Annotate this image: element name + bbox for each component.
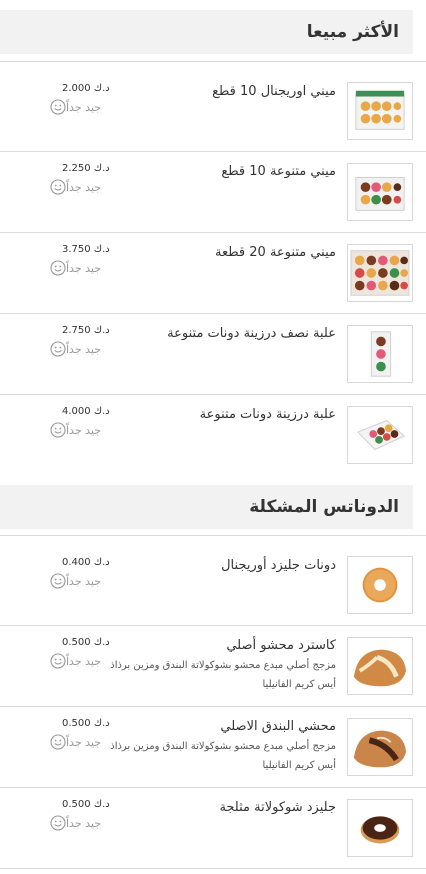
section-title: الأكثر مبيعا bbox=[306, 22, 399, 42]
item-name: علبة نصف درزينة دونات متنوعة bbox=[167, 326, 336, 341]
item-name: ميني متنوعة 20 قطعة bbox=[215, 245, 336, 260]
smiley-icon bbox=[50, 422, 66, 438]
menu-item[interactable]: علبة نصف درزينة دونات متنوعة 2.750 د.ك ج… bbox=[0, 314, 426, 395]
smiley-icon bbox=[50, 179, 66, 195]
smiley-icon bbox=[50, 99, 66, 115]
dozen-box-icon bbox=[347, 406, 413, 464]
rating-label: جيد جداً bbox=[66, 342, 102, 356]
item-rating: جيد جداً bbox=[46, 815, 101, 831]
rating-label: جيد جداً bbox=[66, 735, 102, 749]
item-description: مزجج أصلي مبدع محشو بشوكولاتة البندق ومز… bbox=[110, 741, 336, 771]
hazelnut-filled-donut-icon bbox=[347, 718, 413, 776]
item-rating: جيد جداً bbox=[46, 422, 101, 438]
item-price: 4.000 د.ك bbox=[62, 406, 110, 417]
chocolate-iced-donut-icon bbox=[347, 799, 413, 857]
item-rating: جيد جداً bbox=[46, 734, 101, 750]
item-rating: جيد جداً bbox=[46, 653, 101, 669]
menu-item[interactable]: كاسترد محشو أصلي مزجج أصلي مبدع محشو بشو… bbox=[0, 626, 426, 707]
glazed-donut-icon bbox=[347, 556, 413, 614]
rating-label: جيد جداً bbox=[66, 100, 102, 114]
smiley-icon bbox=[50, 573, 66, 589]
section-title: الدوناتس المشكلة bbox=[249, 497, 399, 517]
item-rating: جيد جداً bbox=[46, 260, 101, 276]
menu-item[interactable]: ميني اوريجنال 10 قطع 2.000 د.ك جيد جداً bbox=[0, 61, 426, 152]
item-name: دونات جليزد أوريجنال bbox=[221, 558, 336, 573]
item-name: ميني اوريجنال 10 قطع bbox=[212, 84, 336, 99]
smiley-icon bbox=[50, 260, 66, 276]
item-name: كاسترد محشو أصلي bbox=[226, 638, 336, 653]
item-price: 2.750 د.ك bbox=[62, 325, 110, 336]
box-of-assorted-donuts-icon bbox=[347, 163, 413, 221]
section-header-best-sellers: الأكثر مبيعا bbox=[0, 10, 413, 54]
menu-item[interactable]: علبة درزينة دونات متنوعة 4.000 د.ك جيد ج… bbox=[0, 395, 426, 476]
menu-item[interactable]: ميني متنوعة 20 قطعة 3.750 د.ك جيد جداً bbox=[0, 233, 426, 314]
item-price: 2.250 د.ك bbox=[62, 163, 110, 174]
item-rating: جيد جداً bbox=[46, 99, 101, 115]
box-of-original-donuts-icon bbox=[347, 82, 413, 140]
rating-label: جيد جداً bbox=[66, 654, 102, 668]
item-rating: جيد جداً bbox=[46, 179, 101, 195]
menu-item[interactable]: ميني متنوعة 10 قطع 2.250 د.ك جيد جداً bbox=[0, 152, 426, 233]
menu-page: الأكثر مبيعا ميني اوريجنال 10 قطع 2.000 … bbox=[0, 0, 426, 874]
rating-label: جيد جداً bbox=[66, 574, 102, 588]
item-name: ميني متنوعة 10 قطع bbox=[221, 164, 336, 179]
menu-item[interactable]: جليزد شوكولاتة مثلجة 0.500 د.ك جيد جداً bbox=[0, 788, 426, 869]
rating-label: جيد جداً bbox=[66, 816, 102, 830]
smiley-icon bbox=[50, 341, 66, 357]
smiley-icon bbox=[50, 734, 66, 750]
rating-label: جيد جداً bbox=[66, 261, 102, 275]
item-name: جليزد شوكولاتة مثلجة bbox=[219, 800, 336, 815]
item-price: 2.000 د.ك bbox=[62, 83, 110, 94]
item-price: 0.500 د.ك bbox=[62, 799, 110, 810]
section-header-mixed-donuts: الدوناتس المشكلة bbox=[0, 485, 413, 529]
custard-filled-donut-icon bbox=[347, 637, 413, 695]
tray-of-assorted-donuts-icon bbox=[347, 244, 413, 302]
menu-item[interactable]: محشي البندق الاصلي مزجج أصلي مبدع محشو ب… bbox=[0, 707, 426, 788]
item-price: 0.500 د.ك bbox=[62, 637, 110, 648]
half-dozen-box-icon bbox=[347, 325, 413, 383]
item-description: مزجج أصلي مبدع محشو بشوكولاتة البندق ومز… bbox=[110, 660, 336, 690]
item-price: 3.750 د.ك bbox=[62, 244, 110, 255]
item-name: محشي البندق الاصلي bbox=[220, 719, 336, 734]
item-price: 0.400 د.ك bbox=[62, 557, 110, 568]
menu-item[interactable]: دونات جليزد أوريجنال 0.400 د.ك جيد جداً bbox=[0, 535, 426, 626]
smiley-icon bbox=[50, 815, 66, 831]
smiley-icon bbox=[50, 653, 66, 669]
item-price: 0.500 د.ك bbox=[62, 718, 110, 729]
item-rating: جيد جداً bbox=[46, 573, 101, 589]
rating-label: جيد جداً bbox=[66, 423, 102, 437]
item-name: علبة درزينة دونات متنوعة bbox=[199, 407, 336, 422]
rating-label: جيد جداً bbox=[66, 180, 102, 194]
item-rating: جيد جداً bbox=[46, 341, 101, 357]
